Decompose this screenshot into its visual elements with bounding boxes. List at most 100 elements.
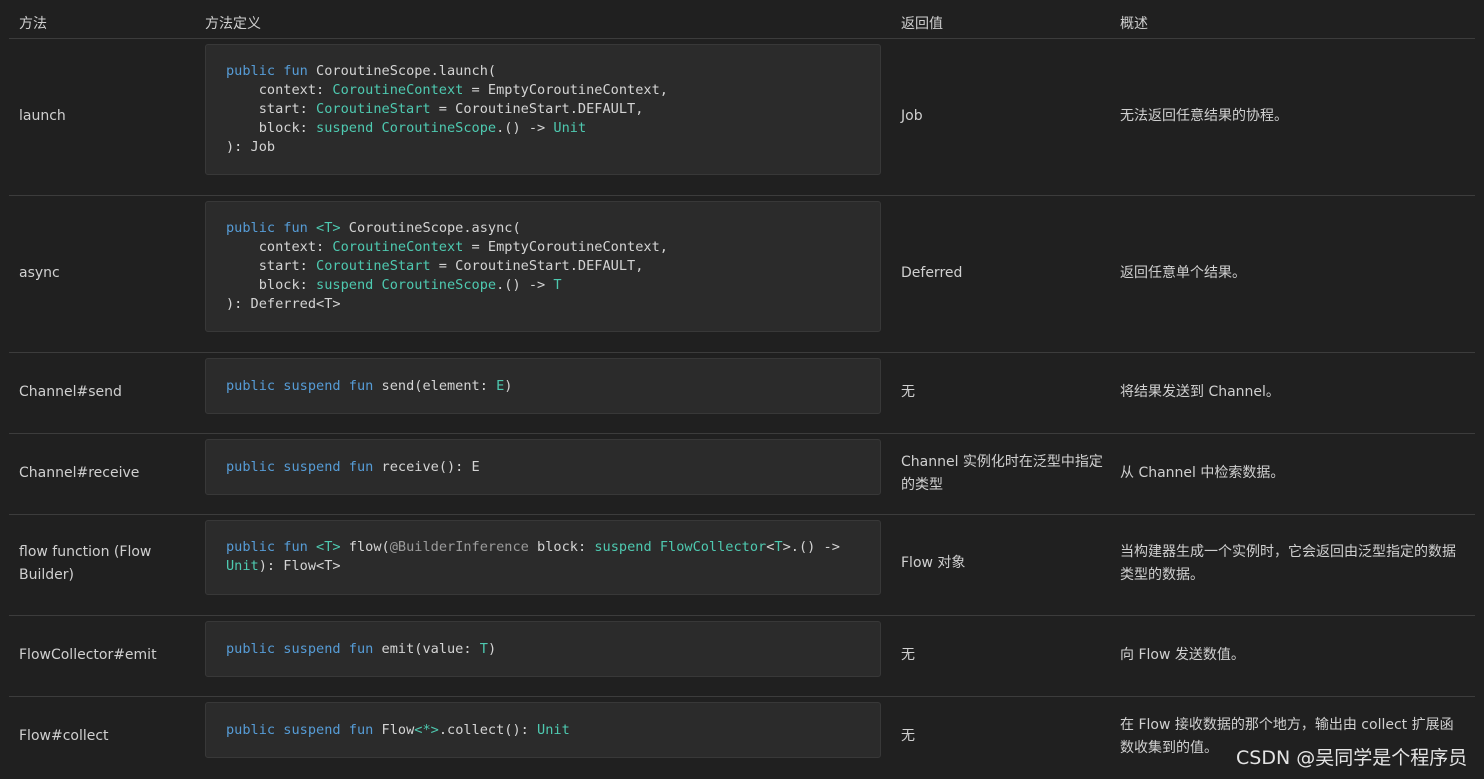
code-text: public suspend fun Flow<*>.collect(): Un…: [226, 721, 860, 740]
code-text: public fun <T> CoroutineScope.async( con…: [226, 219, 860, 314]
code-block: public suspend fun receive(): E: [205, 439, 881, 495]
watermark: CSDN @吴同学是个程序员: [1236, 747, 1468, 769]
code-keyword: fun: [283, 220, 308, 236]
code-type: suspend: [316, 277, 374, 293]
description: 向 Flow 发送数值。: [1120, 647, 1245, 663]
code-token: >.() ->: [782, 539, 840, 555]
code-type: suspend: [316, 120, 374, 136]
code-keyword: fun: [283, 63, 308, 79]
code-text: public suspend fun emit(value: T): [226, 640, 860, 659]
code-token: start:: [226, 258, 317, 274]
code-type: CoroutineScope: [381, 120, 497, 136]
code-token: .collect():: [438, 722, 538, 738]
description: 返回任意单个结果。: [1120, 265, 1246, 281]
method-name: flow function (Flow Builder): [19, 544, 152, 583]
code-token: ): Flow<T>: [258, 558, 341, 574]
return-value: 无: [901, 384, 915, 400]
table-row: launch public fun CoroutineScope.launch(…: [9, 39, 1475, 196]
return-value: Flow 对象: [901, 555, 966, 571]
code-token: = CoroutineStart.DEFAULT,: [430, 101, 644, 117]
code-block: public fun CoroutineScope.launch( contex…: [205, 44, 881, 175]
code-token: ): [487, 641, 497, 657]
code-token: Flow: [373, 722, 415, 738]
table-row: Channel#send public suspend fun send(ele…: [9, 353, 1475, 434]
code-token: context:: [226, 239, 333, 255]
code-token: .() ->: [496, 277, 554, 293]
code-token: flow(: [340, 539, 390, 555]
table-row: FlowCollector#emit public suspend fun em…: [9, 616, 1475, 697]
code-token: CoroutineScope.async(: [340, 220, 521, 236]
code-type: T: [774, 539, 783, 555]
code-annotation: @BuilderInference: [389, 539, 529, 555]
code-token: = CoroutineStart.DEFAULT,: [430, 258, 644, 274]
return-value: Deferred: [901, 265, 963, 281]
code-type: FlowCollector: [659, 539, 767, 555]
code-text: public fun CoroutineScope.launch( contex…: [226, 62, 860, 157]
code-type: <T>: [316, 220, 341, 236]
code-block: public suspend fun Flow<*>.collect(): Un…: [205, 702, 881, 758]
code-keyword: suspend: [283, 641, 341, 657]
code-token: block:: [528, 539, 595, 555]
code-text: public fun <T> flow(@BuilderInference bl…: [226, 538, 860, 576]
code-type: CoroutineStart: [316, 258, 431, 274]
code-type: suspend: [594, 539, 652, 555]
table-row: async public fun <T> CoroutineScope.asyn…: [9, 196, 1475, 353]
code-type: <T>: [316, 539, 341, 555]
code-type: CoroutineContext: [332, 239, 464, 255]
code-token: block:: [226, 120, 317, 136]
header-returns: 返回值: [901, 16, 943, 32]
method-name: Channel#send: [19, 384, 122, 400]
code-token: send(element:: [373, 378, 497, 394]
description: 无法返回任意结果的协程。: [1120, 108, 1288, 124]
methods-table: 方法 方法定义 返回值 概述 launch public fun Corouti…: [9, 0, 1475, 779]
description: 当构建器生成一个实例时，它会返回由泛型指定的数据类型的数据。: [1120, 544, 1456, 583]
code-keyword: suspend: [283, 378, 341, 394]
table-header: 方法 方法定义 返回值 概述: [9, 0, 1475, 39]
header-method: 方法: [19, 16, 47, 32]
code-token: start:: [226, 101, 317, 117]
code-keyword: fun: [283, 539, 308, 555]
code-type: T: [553, 277, 562, 293]
code-keyword: fun: [348, 641, 374, 657]
code-keyword: suspend: [283, 722, 341, 738]
code-block: public suspend fun emit(value: T): [205, 621, 881, 677]
code-token: = EmptyCoroutineContext,: [463, 239, 668, 255]
code-token: .() ->: [496, 120, 554, 136]
code-type: CoroutineContext: [332, 82, 464, 98]
code-text: public suspend fun send(element: E): [226, 377, 860, 396]
code-token: ): Job: [226, 139, 276, 155]
description: 从 Channel 中检索数据。: [1120, 465, 1285, 481]
code-block: public fun <T> flow(@BuilderInference bl…: [205, 520, 881, 595]
return-value: 无: [901, 728, 915, 744]
code-type: CoroutineScope: [381, 277, 497, 293]
table-row: flow function (Flow Builder) public fun …: [9, 515, 1475, 616]
method-name: Channel#receive: [19, 465, 140, 481]
code-type: Unit: [537, 722, 570, 738]
method-name: Flow#collect: [19, 728, 109, 744]
code-text: public suspend fun receive(): E: [226, 458, 860, 477]
code-type: CoroutineStart: [316, 101, 431, 117]
code-keyword: fun: [348, 378, 374, 394]
header-definition: 方法定义: [205, 16, 261, 32]
code-token: receive(): E: [373, 459, 480, 475]
code-keyword: public: [226, 63, 276, 79]
return-value: Channel 实例化时在泛型中指定的类型: [901, 454, 1103, 493]
code-type: <*>: [414, 722, 439, 738]
code-block: public fun <T> CoroutineScope.async( con…: [205, 201, 881, 332]
code-type: T: [479, 641, 488, 657]
return-value: Job: [901, 108, 923, 124]
code-token: block:: [226, 277, 317, 293]
code-token: CoroutineScope.launch(: [307, 63, 497, 79]
method-name: async: [19, 265, 60, 281]
table-row: Channel#receive public suspend fun recei…: [9, 434, 1475, 515]
code-keyword: fun: [348, 722, 374, 738]
header-description: 概述: [1120, 16, 1148, 32]
code-keyword: public: [226, 641, 276, 657]
method-name: FlowCollector#emit: [19, 647, 157, 663]
